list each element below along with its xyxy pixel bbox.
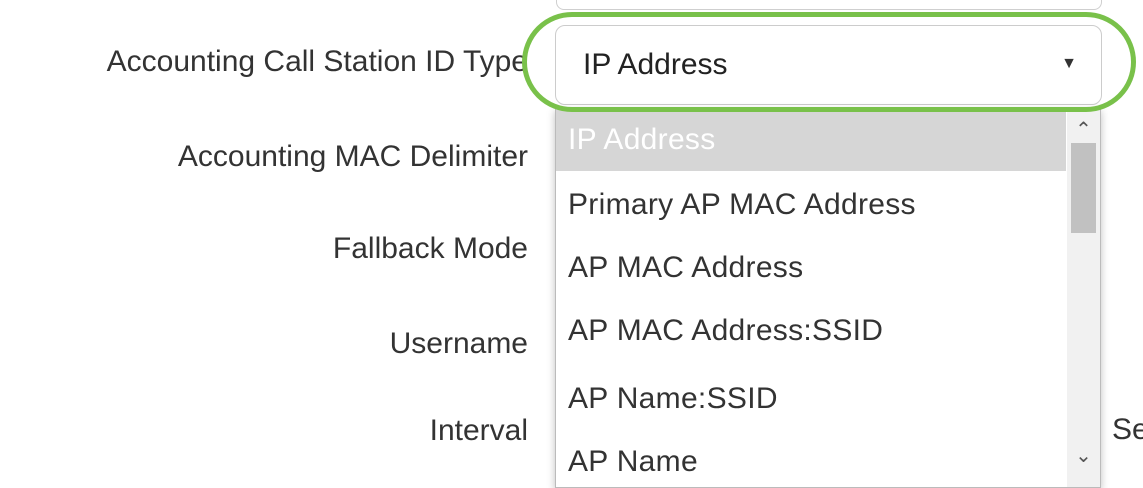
dropdown-scrollbar[interactable]: ⌃ ⌄ — [1067, 109, 1100, 487]
previous-field-bottom — [556, 0, 1102, 10]
label-accounting-call-station-id-type: Accounting Call Station ID Type — [106, 45, 528, 78]
interval-unit-label: Se — [1112, 413, 1143, 446]
label-username: Username — [389, 327, 528, 360]
call-station-id-type-select[interactable]: IP Address ▼ — [555, 25, 1102, 105]
dropdown-list[interactable]: IP Address Primary AP MAC Address AP MAC… — [555, 108, 1101, 488]
label-interval: Interval — [429, 414, 528, 447]
option-ap-mac-address-ssid[interactable]: AP MAC Address:SSID — [556, 300, 1066, 362]
select-current-value: IP Address — [583, 48, 728, 81]
option-ip-address[interactable]: IP Address — [556, 109, 1066, 171]
option-ap-name-ssid[interactable]: AP Name:SSID — [556, 368, 1066, 430]
option-primary-ap-mac-address[interactable]: Primary AP MAC Address — [556, 174, 1066, 236]
option-ap-mac-address[interactable]: AP MAC Address — [556, 237, 1066, 299]
scroll-up-icon[interactable]: ⌃ — [1067, 115, 1100, 145]
scroll-down-icon[interactable]: ⌄ — [1067, 441, 1100, 471]
label-accounting-mac-delimiter: Accounting MAC Delimiter — [177, 140, 528, 173]
label-fallback-mode: Fallback Mode — [332, 232, 528, 265]
option-ap-name[interactable]: AP Name — [556, 431, 1066, 487]
scroll-thumb[interactable] — [1071, 143, 1096, 233]
caret-down-icon: ▼ — [1061, 55, 1077, 72]
